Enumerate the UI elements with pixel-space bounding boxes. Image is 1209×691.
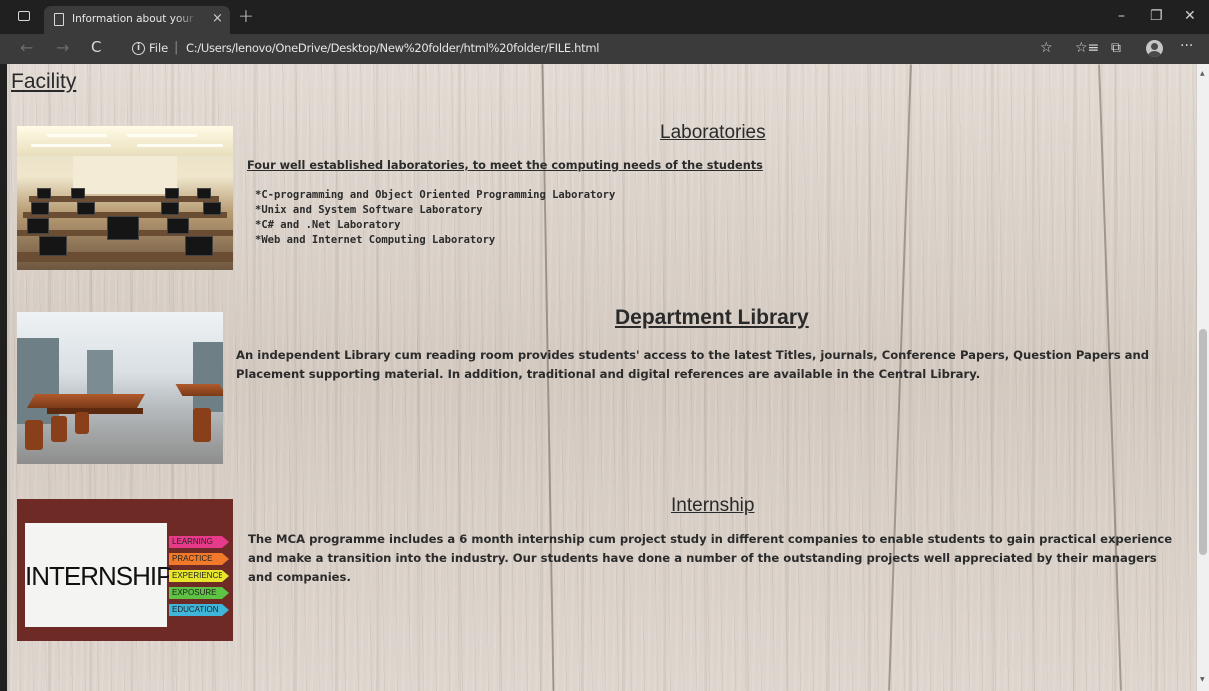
tab-bar: Information about your departm × + – ❐ ✕ xyxy=(0,0,1209,34)
forward-button[interactable]: → xyxy=(56,38,69,57)
profile-avatar[interactable] xyxy=(1146,40,1163,57)
page-content: Facility Laboratories Four well establis… xyxy=(7,64,1197,691)
info-icon[interactable]: i xyxy=(132,42,145,55)
close-window-button[interactable]: ✕ xyxy=(1184,8,1196,24)
tag-exposure: EXPOSURE xyxy=(169,587,229,599)
tag-experience: EXPERIENCE xyxy=(169,570,229,582)
minimize-button[interactable]: – xyxy=(1118,8,1125,24)
restore-button[interactable]: ❐ xyxy=(1150,8,1163,24)
url-scheme: File xyxy=(149,41,169,55)
page-icon xyxy=(54,13,64,26)
tag-practice: PRACTICE xyxy=(169,553,229,565)
scroll-down-icon[interactable]: ▼ xyxy=(1200,676,1205,683)
internship-photo: INTERNSHIP LEARNING PRACTICE EXPERIENCE … xyxy=(17,499,233,641)
tab-actions-icon[interactable] xyxy=(18,11,30,21)
address-bar: ← → C i File | C:/Users/lenovo/OneDrive/… xyxy=(0,34,1209,64)
laboratories-heading: Laboratories xyxy=(660,122,766,143)
tab-title: Information about your departm xyxy=(72,13,198,25)
url-separator: | xyxy=(174,40,179,55)
more-menu-icon[interactable]: ··· xyxy=(1180,38,1193,54)
laboratories-subheading: Four well established laboratories, to m… xyxy=(247,159,763,172)
back-button[interactable]: ← xyxy=(20,38,33,57)
favorites-icon[interactable]: ☆≡ xyxy=(1075,40,1099,56)
lab-item: *Web and Internet Computing Laboratory xyxy=(255,234,496,246)
page-title: Facility xyxy=(11,70,77,93)
lab-item: *Unix and System Software Laboratory xyxy=(255,204,483,216)
vertical-scrollbar[interactable]: ▲ ▼ xyxy=(1197,64,1209,691)
internship-heading: Internship xyxy=(671,495,755,516)
reload-button[interactable]: C xyxy=(91,38,101,56)
browser-tab[interactable]: Information about your departm × xyxy=(44,6,230,34)
library-photo xyxy=(17,312,223,464)
internship-description: The MCA programme includes a 6 month int… xyxy=(248,532,1173,584)
tab-close-icon[interactable]: × xyxy=(212,11,223,26)
tag-education: EDUCATION xyxy=(169,604,229,616)
library-heading: Department Library xyxy=(615,306,809,329)
collections-icon[interactable]: ⧉ xyxy=(1111,40,1121,56)
scroll-up-icon[interactable]: ▲ xyxy=(1200,70,1205,77)
laboratory-photo xyxy=(17,126,233,270)
scroll-thumb[interactable] xyxy=(1199,329,1207,555)
add-favorite-icon[interactable]: ☆ xyxy=(1040,40,1053,56)
internship-image-word: INTERNSHIP xyxy=(25,561,173,591)
url-field[interactable]: i File | C:/Users/lenovo/OneDrive/Deskto… xyxy=(118,38,1018,60)
url-text[interactable]: C:/Users/lenovo/OneDrive/Desktop/New%20f… xyxy=(186,41,599,55)
lab-item: *C-programming and Object Oriented Progr… xyxy=(255,189,616,201)
library-description: An independent Library cum reading room … xyxy=(236,348,1150,381)
new-tab-button[interactable]: + xyxy=(238,5,254,27)
tag-learning: LEARNING xyxy=(169,536,229,548)
lab-item: *C# and .Net Laboratory xyxy=(255,219,401,231)
